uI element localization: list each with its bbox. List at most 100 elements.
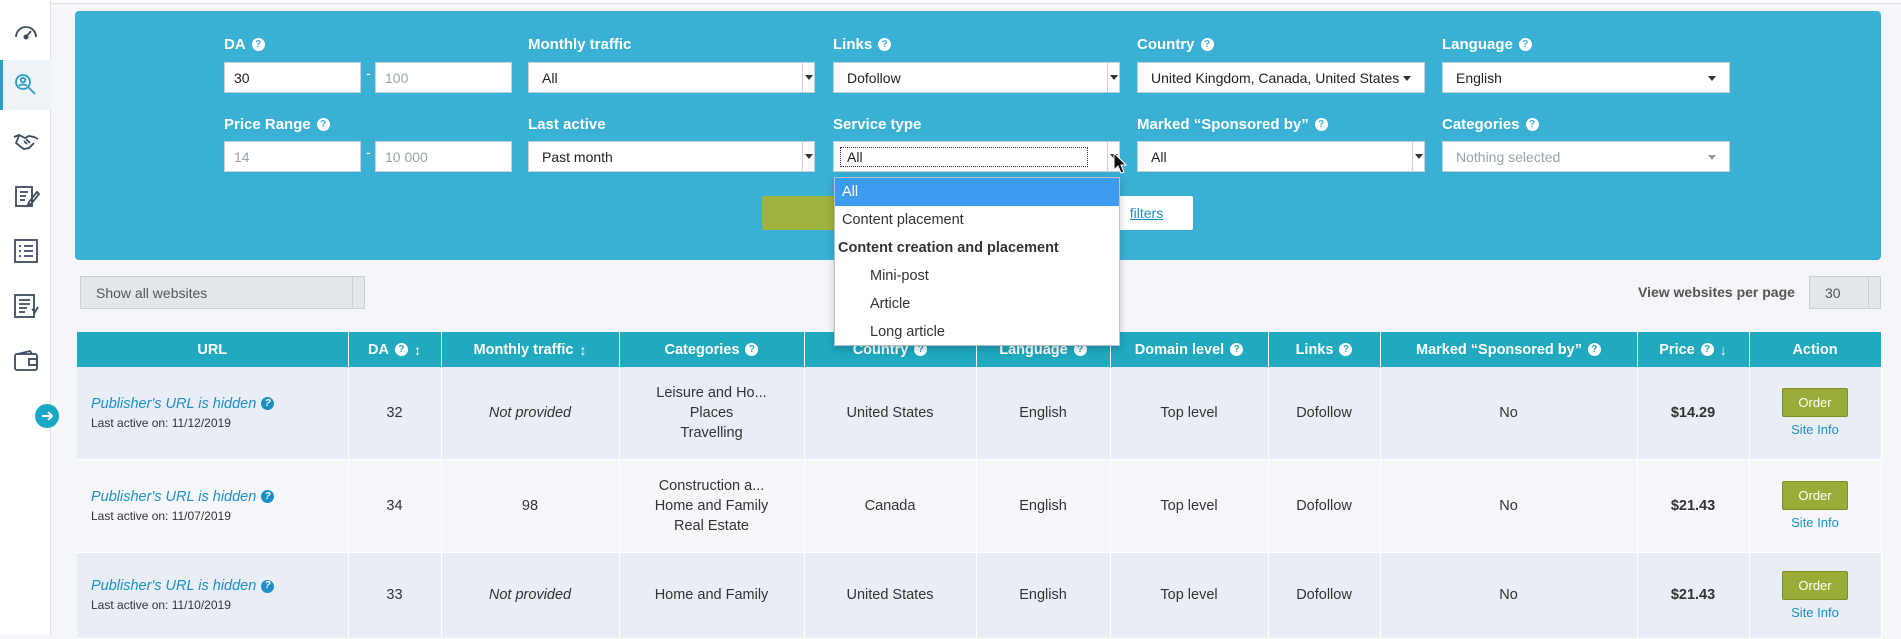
language-cell: English xyxy=(976,367,1111,460)
price-max-input[interactable]: 10 000 xyxy=(375,141,512,172)
hidden-url-link[interactable]: Publisher's URL is hidden? xyxy=(91,578,275,594)
dropdown-option[interactable]: Content placement xyxy=(835,206,1119,234)
hidden-url-link[interactable]: Publisher's URL is hidden? xyxy=(91,396,275,412)
site-info-link[interactable]: Site Info xyxy=(1750,422,1881,437)
websites-table: URL DA? ↕ Monthly traffic ↕ Categories? Co… xyxy=(77,332,1882,639)
site-info-link[interactable]: Site Info xyxy=(1750,515,1881,530)
help-icon[interactable]: ? xyxy=(251,38,265,51)
help-icon[interactable]: ? xyxy=(261,579,275,593)
language-label: Language? xyxy=(1442,36,1532,53)
table-row: Publisher's URL is hidden? Last active o… xyxy=(77,459,1882,553)
links-cell: Dofollow xyxy=(1268,552,1381,639)
help-icon[interactable]: ? xyxy=(1700,343,1714,356)
col-links: Links? xyxy=(1268,332,1381,367)
service-type-dropdown: All Content placement Content creation a… xyxy=(834,177,1120,346)
help-icon[interactable]: ? xyxy=(1339,343,1353,356)
order-button[interactable]: Order xyxy=(1782,481,1848,510)
help-icon[interactable]: ? xyxy=(261,490,275,503)
help-icon[interactable]: ? xyxy=(394,343,408,356)
category-item: Leisure and Ho... xyxy=(656,384,767,401)
last-active-label: Last active xyxy=(528,116,606,133)
col-url[interactable]: URL xyxy=(77,332,349,367)
help-icon[interactable]: ? xyxy=(878,38,892,51)
list-icon xyxy=(13,239,38,263)
help-icon[interactable]: ? xyxy=(745,343,759,356)
traffic-cell: 98 xyxy=(441,459,620,553)
hidden-url-link[interactable]: Publisher's URL is hidden? xyxy=(91,489,275,505)
sidebar-item-deals[interactable] xyxy=(0,116,51,166)
sidebar-item-wallet[interactable] xyxy=(0,336,51,386)
sidebar-item-list[interactable] xyxy=(0,226,51,276)
category-item: Home and Family xyxy=(654,587,769,603)
country-label: Country? xyxy=(1137,36,1214,53)
da-cell: 33 xyxy=(348,552,442,639)
last-active-select[interactable]: Past month xyxy=(528,141,815,172)
dropdown-option[interactable]: Mini-post xyxy=(835,262,1119,290)
sort-icon[interactable]: ↓ xyxy=(1720,342,1727,358)
price-range-label: Price Range? xyxy=(224,116,330,133)
country-cell: United States xyxy=(804,552,977,639)
sidebar-item-content[interactable] xyxy=(0,171,51,221)
per-page-select[interactable]: 30 xyxy=(1809,276,1881,309)
sidebar-item-dashboard[interactable] xyxy=(0,6,51,56)
help-icon[interactable]: ? xyxy=(1525,118,1539,131)
country-select[interactable]: United Kingdom, Canada, United States xyxy=(1137,62,1425,93)
sort-icon[interactable]: ↕ xyxy=(579,342,586,358)
domain-level-cell: Top level xyxy=(1110,459,1269,553)
col-sponsored: Marked “Sponsored by”? xyxy=(1380,332,1638,367)
marked-sponsored-select[interactable]: All xyxy=(1137,141,1425,172)
range-separator: - xyxy=(366,144,371,160)
sponsored-cell: No xyxy=(1380,459,1638,553)
site-info-link[interactable]: Site Info xyxy=(1750,605,1881,620)
dropdown-option[interactable]: Long article xyxy=(835,318,1119,346)
order-button[interactable]: Order xyxy=(1782,570,1848,600)
col-price[interactable]: Price? ↓ xyxy=(1637,332,1750,367)
order-button[interactable]: Order xyxy=(1782,388,1848,418)
sidebar-toggle-button[interactable] xyxy=(35,404,59,428)
domain-level-cell: Top level xyxy=(1110,367,1269,460)
da-max-input[interactable]: 100 xyxy=(375,62,512,93)
traffic-cell: Not provided xyxy=(441,552,620,639)
help-icon[interactable]: ? xyxy=(1314,118,1328,131)
dropdown-option[interactable]: Article xyxy=(835,290,1119,318)
country-cell: Canada xyxy=(804,459,977,553)
dropdown-option[interactable]: All xyxy=(835,178,1119,206)
help-icon[interactable]: ? xyxy=(1518,38,1532,51)
sponsored-cell: No xyxy=(1380,552,1638,639)
last-active-text: Last active on: 11/10/2019 xyxy=(91,598,231,612)
url-cell: Publisher's URL is hidden? Last active o… xyxy=(77,552,349,639)
price-min-input[interactable]: 14 xyxy=(224,141,361,172)
da-cell: 34 xyxy=(348,459,442,553)
help-icon[interactable]: ? xyxy=(261,397,275,411)
col-categories: Categories? xyxy=(619,332,805,367)
top-bar xyxy=(51,0,1901,4)
sidebar-item-reports[interactable] xyxy=(0,281,51,331)
help-icon[interactable]: ? xyxy=(316,118,330,131)
help-icon[interactable]: ? xyxy=(1587,343,1601,356)
last-active-text: Last active on: 11/07/2019 xyxy=(91,508,231,523)
sidebar-item-search[interactable] xyxy=(0,60,51,110)
links-label: Links? xyxy=(833,36,892,53)
language-select[interactable]: English xyxy=(1442,62,1730,93)
categories-label: Categories? xyxy=(1442,116,1539,133)
da-min-input[interactable]: 30 xyxy=(224,62,361,93)
categories-select[interactable]: Nothing selected xyxy=(1442,141,1730,172)
links-select[interactable]: Dofollow xyxy=(833,62,1120,93)
show-websites-select[interactable]: Show all websites xyxy=(80,276,365,309)
service-type-select[interactable]: All xyxy=(833,141,1120,172)
col-traffic[interactable]: Monthly traffic ↕ xyxy=(441,332,620,367)
wallet-icon xyxy=(13,349,38,371)
range-separator: - xyxy=(366,65,371,81)
categories-cell: Home and Family xyxy=(619,552,805,639)
category-item: Home and Family xyxy=(654,497,769,514)
action-cell: Order Site Info xyxy=(1749,552,1882,639)
col-da[interactable]: DA? ↕ xyxy=(348,332,442,367)
da-cell: 32 xyxy=(348,367,442,460)
help-icon[interactable]: ? xyxy=(1230,343,1244,356)
category-item: Construction a... xyxy=(658,477,765,494)
monthly-traffic-select[interactable]: All xyxy=(528,62,815,93)
domain-level-cell: Top level xyxy=(1110,552,1269,639)
sort-icon[interactable]: ↕ xyxy=(414,342,421,358)
sidebar xyxy=(0,0,51,635)
help-icon[interactable]: ? xyxy=(1200,38,1214,51)
